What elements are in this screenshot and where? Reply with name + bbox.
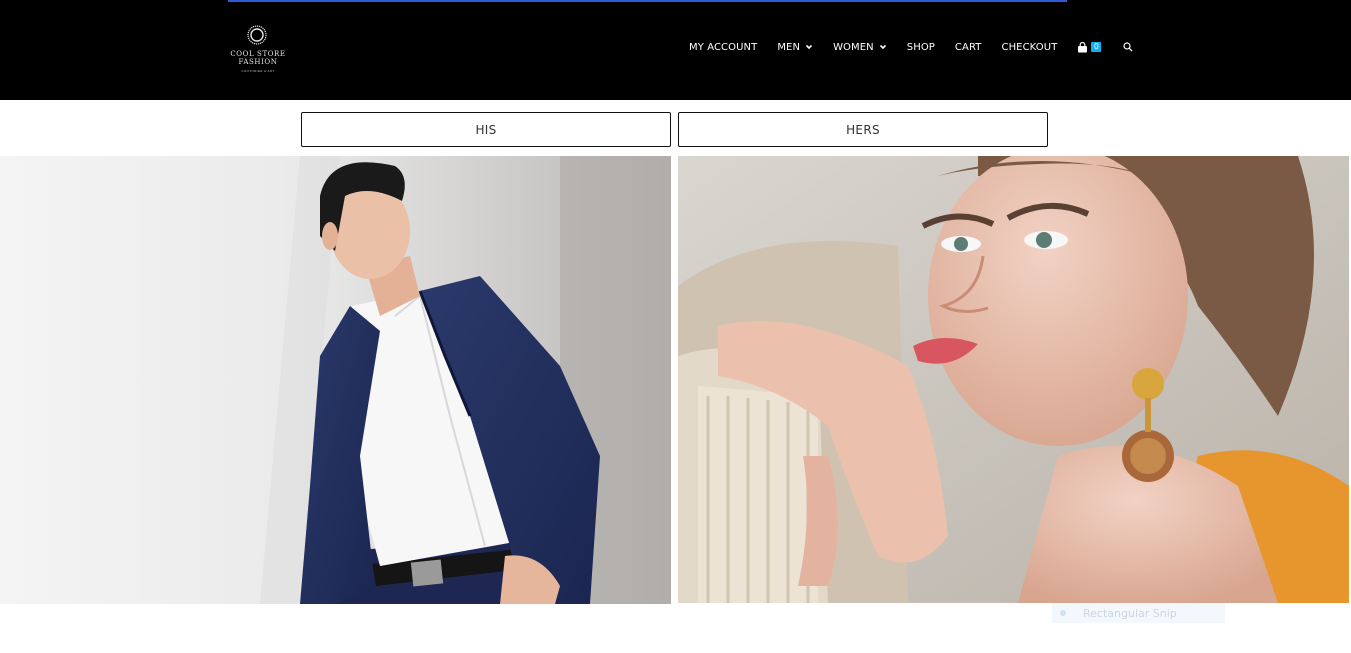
hers-button[interactable]: HERS: [678, 112, 1048, 147]
logo-sun-icon: [247, 25, 267, 45]
snip-icon: [1060, 610, 1066, 616]
man-in-suit-image: [0, 156, 671, 604]
snip-label: Rectangular Snip: [1083, 606, 1177, 620]
site-logo[interactable]: COOL STORE FASHION COUTURIER & ART: [229, 24, 287, 76]
woman-portrait-image: [678, 156, 1349, 603]
nav-checkout-label: CHECKOUT: [1001, 41, 1058, 53]
nav-men-label: MEN: [777, 41, 801, 53]
nav-my-account-label: MY ACCOUNT: [689, 41, 758, 53]
nav-shop[interactable]: SHOP: [907, 39, 935, 55]
chevron-down-icon: [805, 44, 813, 50]
nav-women-label: WOMEN: [833, 41, 874, 53]
cart-button[interactable]: 0: [1077, 39, 1102, 55]
nav-men[interactable]: MEN: [777, 39, 813, 55]
nav-cart[interactable]: CART: [955, 39, 982, 55]
nav-shop-label: SHOP: [906, 41, 935, 53]
chevron-down-icon: [879, 44, 886, 50]
shopping-bag-icon: [1078, 41, 1088, 52]
nav-my-account[interactable]: MY ACCOUNT: [689, 39, 757, 55]
hers-photo[interactable]: [678, 156, 1349, 603]
his-photo[interactable]: [0, 156, 671, 604]
nav-cart-label: CART: [954, 41, 982, 53]
logo-text-line-2: FASHION: [238, 58, 278, 66]
search-icon: [1123, 42, 1133, 52]
nav-women[interactable]: WOMEN: [833, 39, 887, 55]
cart-count-badge: 0: [1091, 42, 1102, 52]
main-nav: MY ACCOUNT MEN WOMEN SHOP CART CHECKOUT …: [689, 39, 1135, 55]
site-header: COOL STORE FASHION COUTURIER & ART MY AC…: [0, 0, 1351, 100]
logo-tagline: COUTURIER & ART: [241, 69, 275, 73]
nav-checkout[interactable]: CHECKOUT: [1001, 39, 1057, 55]
header-accent-line: [228, 0, 1067, 2]
his-button[interactable]: HIS: [301, 112, 671, 147]
search-button[interactable]: [1123, 39, 1135, 55]
logo-text-line-1: COOL STORE: [230, 50, 286, 58]
rectangular-snip-tooltip: Rectangular Snip: [1052, 603, 1225, 623]
